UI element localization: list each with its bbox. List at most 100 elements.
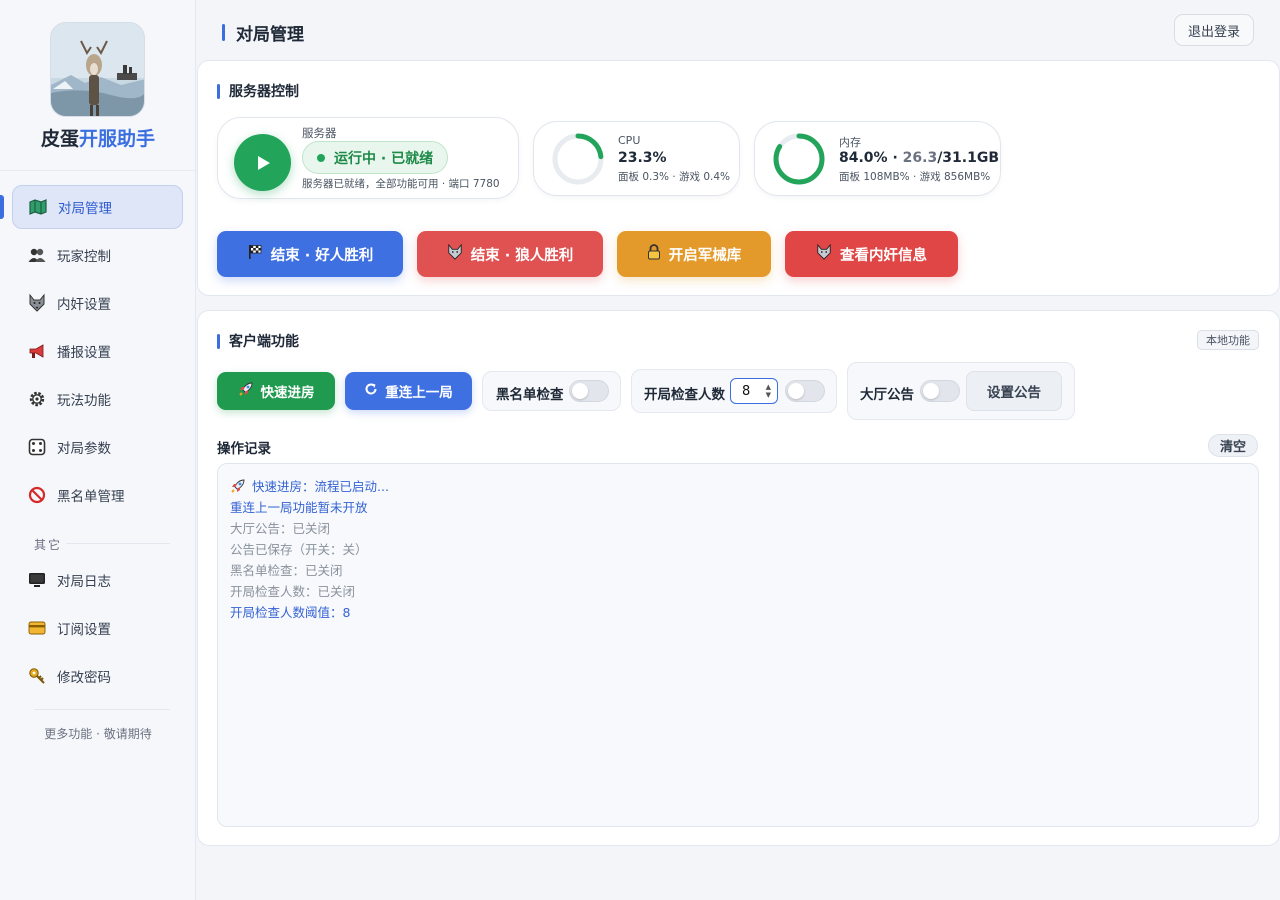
page-header: 对局管理 <box>222 20 304 45</box>
button-label: 结束 · 好人胜利 <box>270 247 374 264</box>
prohibited-icon <box>27 485 47 505</box>
cpu-label: CPU <box>618 134 641 147</box>
memory-total: /31.1GB <box>937 150 1000 166</box>
end-good-win-button[interactable]: 结束 · 好人胜利 <box>217 231 403 277</box>
open-armory-button[interactable]: 开启军械库 <box>617 231 771 277</box>
headcount-value: 8 <box>742 383 751 399</box>
headcount-input[interactable]: 8 ▲ ▼ <box>730 378 778 404</box>
toggle-knob <box>923 383 939 399</box>
memory-used: 26.3 <box>902 150 938 166</box>
blacklist-check-toggle[interactable] <box>569 380 609 402</box>
sidebar-item-label: 对局日志 <box>57 574 111 590</box>
toggle-knob <box>572 383 588 399</box>
cpu-gauge <box>552 133 604 185</box>
sidebar-item-change-password[interactable]: 修改密码 <box>12 654 183 698</box>
cpu-value: 23.3% <box>618 150 667 166</box>
page-title: 对局管理 <box>236 25 304 45</box>
server-detail: 服务器已就绪，全部功能可用 · 端口 7780 <box>302 178 500 190</box>
logout-button[interactable]: 退出登录 <box>1174 14 1254 46</box>
button-label: 重连上一局 <box>385 385 453 401</box>
clear-log-button[interactable]: 清空 <box>1208 434 1258 457</box>
reconnect-button[interactable]: 重连上一局 <box>345 372 472 410</box>
quick-join-button[interactable]: 快速进房 <box>217 372 335 410</box>
users-icon <box>27 245 47 265</box>
log-entry: 黑名单检查：已关闭 <box>230 563 343 578</box>
sidebar-item-game-management[interactable]: 对局管理 <box>12 185 183 229</box>
gear-icon <box>27 389 47 409</box>
accent-bar <box>222 24 225 41</box>
log-entry: 快速进房：流程已启动... <box>230 476 1246 497</box>
rocket-icon <box>238 381 254 401</box>
stepper-arrows-icon[interactable]: ▲ ▼ <box>766 383 771 399</box>
sidebar-item-label: 内奸设置 <box>57 297 111 313</box>
sidebar-item-blacklist[interactable]: 黑名单管理 <box>12 473 183 517</box>
log-text: 快速进房：流程已启动... <box>252 479 389 494</box>
local-feature-tag: 本地功能 <box>1197 330 1259 350</box>
divider <box>0 170 196 171</box>
sidebar-item-traitor-settings[interactable]: 内奸设置 <box>12 281 183 325</box>
sidebar-item-gameplay[interactable]: 玩法功能 <box>12 377 183 421</box>
view-traitor-info-button[interactable]: 查看内奸信息 <box>785 231 958 277</box>
set-notice-button[interactable]: 设置公告 <box>966 371 1062 411</box>
sidebar-item-player-control[interactable]: 玩家控制 <box>12 233 183 277</box>
server-status-card: 服务器 运行中 · 已就绪 服务器已就绪，全部功能可用 · 端口 7780 <box>217 117 519 199</box>
wolf-icon <box>816 243 832 264</box>
blacklist-check-control: 黑名单检查 <box>482 371 621 411</box>
button-label: 查看内奸信息 <box>840 247 927 264</box>
accent-bar <box>217 333 220 349</box>
section-title-text: 客户端功能 <box>229 334 299 350</box>
dice-icon <box>27 437 47 457</box>
log-entry: 重连上一局功能暂未开放 <box>230 500 368 515</box>
end-wolf-win-button[interactable]: 结束 · 狼人胜利 <box>417 231 603 277</box>
memory-label: 内存 <box>839 136 861 149</box>
divider <box>34 709 170 710</box>
cpu-detail: 面板 0.3% · 游戏 0.4% <box>618 171 731 183</box>
log-title: 操作记录 <box>217 441 271 457</box>
button-label: 开启军械库 <box>668 247 742 264</box>
lobby-notice-toggle[interactable] <box>920 380 960 402</box>
section-title-text: 服务器控制 <box>229 84 299 100</box>
sidebar-item-label: 播报设置 <box>57 345 111 361</box>
sidebar-item-label: 玩法功能 <box>57 393 111 409</box>
log-entry: 开局检查人数阈值：8 <box>230 605 351 620</box>
start-server-button[interactable] <box>234 134 291 191</box>
sidebar-item-broadcast-settings[interactable]: 播报设置 <box>12 329 183 373</box>
status-text: 运行中 · 已就绪 <box>334 150 434 167</box>
sidebar-item-game-params[interactable]: 对局参数 <box>12 425 183 469</box>
cpu-card: CPU 23.3% 面板 0.3% · 游戏 0.4% <box>533 121 740 196</box>
section-title-server: 服务器控制 <box>217 81 299 101</box>
sidebar-item-label: 订阅设置 <box>57 622 111 638</box>
operation-log: 快速进房：流程已启动... 重连上一局功能暂未开放 大厅公告：已关闭 公告已保存… <box>217 463 1259 827</box>
sidebar-item-label: 对局参数 <box>57 441 111 457</box>
sidebar-group-label: 其它 <box>34 538 63 552</box>
more-features-text: 更多功能 · 敬请期待 <box>44 727 152 741</box>
wolf-icon <box>447 243 463 264</box>
wolf-icon <box>27 293 47 313</box>
memory-detail: 面板 108MB% · 游戏 856MB% <box>839 171 991 183</box>
headcount-check-toggle[interactable] <box>785 380 825 402</box>
play-icon <box>257 155 270 170</box>
map-icon <box>28 197 48 217</box>
button-label: 结束 · 狼人胜利 <box>470 247 574 264</box>
flag-icon <box>247 244 263 264</box>
log-entry: 开局检查人数：已关闭 <box>230 584 356 599</box>
log-entry: 公告已保存（开关：关） <box>230 542 368 557</box>
refresh-icon <box>364 382 378 400</box>
brand-name-part1: 皮蛋 <box>40 128 79 150</box>
sidebar-item-label: 玩家控制 <box>57 249 111 265</box>
status-dot <box>317 153 325 162</box>
log-entry: 大厅公告：已关闭 <box>230 521 331 536</box>
brand-name-part2: 开服助手 <box>79 128 156 150</box>
sidebar-item-subscription[interactable]: 订阅设置 <box>12 606 183 650</box>
button-label: 快速进房 <box>260 385 315 401</box>
brand-name: 皮蛋开服助手 <box>0 124 196 151</box>
key-icon <box>27 666 47 686</box>
accent-bar <box>217 83 220 99</box>
lobby-notice-label: 大厅公告 <box>860 387 914 403</box>
sidebar-item-label: 黑名单管理 <box>57 489 125 505</box>
memory-card: 内存 84.0% · 26.3/31.1GB 面板 108MB% · 游戏 85… <box>754 121 1001 196</box>
app-logo <box>50 22 145 117</box>
sidebar-item-label: 对局管理 <box>58 201 112 217</box>
sidebar-item-game-log[interactable]: 对局日志 <box>12 558 183 602</box>
monitor-icon <box>27 570 47 590</box>
